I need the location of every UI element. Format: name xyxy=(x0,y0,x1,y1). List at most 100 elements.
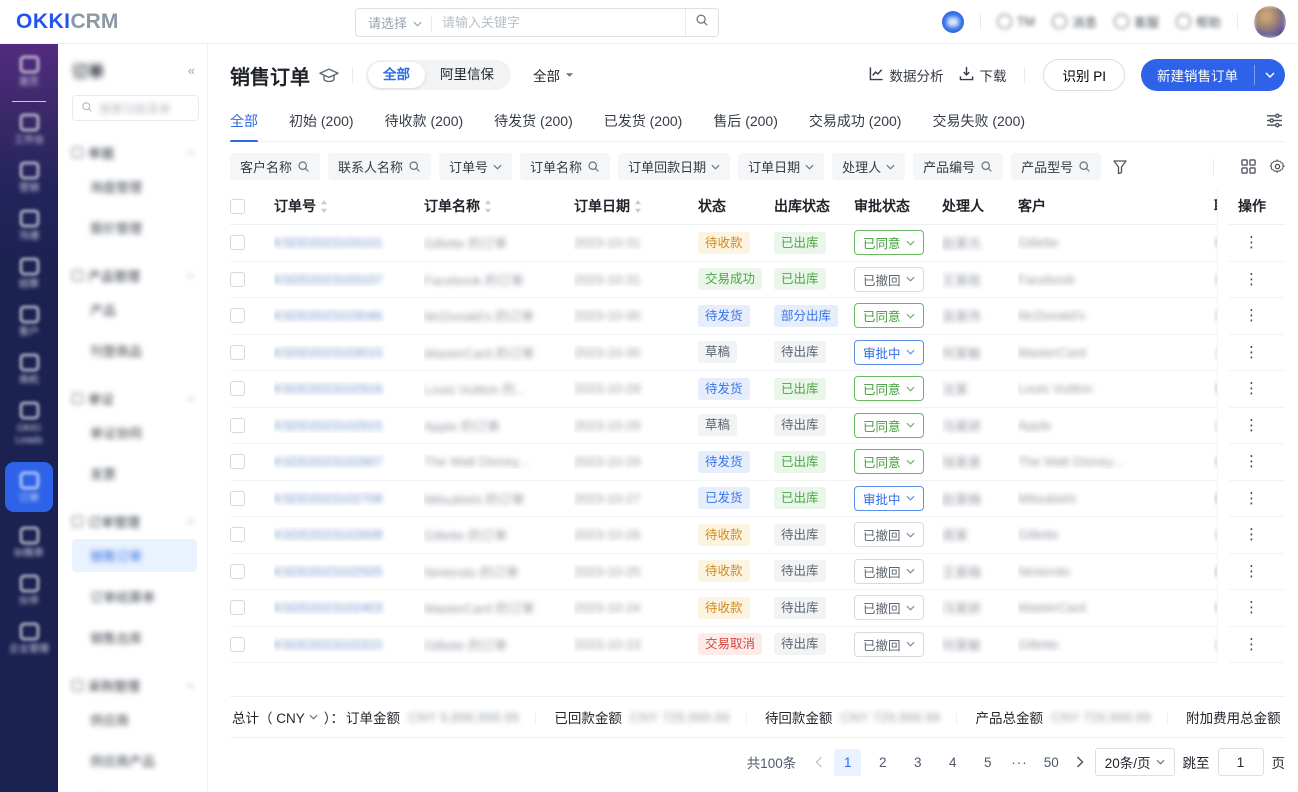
row-checkbox[interactable] xyxy=(230,600,245,615)
filter-funnel-icon[interactable] xyxy=(1113,160,1127,174)
order-number-link[interactable]: KSDD2023102915 xyxy=(274,418,382,433)
order-number-link[interactable]: KSDD2023103107 xyxy=(274,272,382,287)
tab-交易失败 (200)[interactable]: 交易失败 (200) xyxy=(932,100,1025,141)
page-number-3[interactable]: 3 xyxy=(904,749,931,776)
card-view-icon[interactable] xyxy=(1241,159,1256,174)
sidebar-item-询盘管理[interactable]: 询盘管理 xyxy=(72,170,199,203)
approval-dropdown[interactable]: 已同意 xyxy=(854,376,924,401)
search-button[interactable] xyxy=(685,9,718,36)
sidebar-item-刊登商品[interactable]: 刊登商品 xyxy=(72,334,199,367)
rail-item-9[interactable]: BI报表 xyxy=(0,527,58,560)
scope-阿里信保[interactable]: 阿里信保 xyxy=(425,62,509,88)
row-checkbox[interactable] xyxy=(230,454,245,469)
row-checkbox[interactable] xyxy=(230,308,245,323)
sidebar-item-供应商产品[interactable]: 供应商产品 xyxy=(72,744,199,777)
quick-action-clock[interactable]: TM xyxy=(997,12,1035,31)
quick-action-headset[interactable]: 客服 xyxy=(1114,12,1159,31)
approval-dropdown[interactable]: 已撤回 xyxy=(854,267,924,292)
sidebar-item-单证协同[interactable]: 单证协同 xyxy=(72,416,199,449)
sidebar-item-产品[interactable]: 产品 xyxy=(72,293,199,326)
order-number-link[interactable]: KSDD2023102907 xyxy=(274,454,382,469)
rail-item-1[interactable]: 工作台 xyxy=(0,114,58,147)
tab-交易成功 (200)[interactable]: 交易成功 (200) xyxy=(809,100,902,141)
column-header-订单名称[interactable]: 订单名称 xyxy=(424,196,574,216)
tab-全部[interactable]: 全部 xyxy=(230,100,258,141)
row-more-actions-button[interactable]: ⋮ xyxy=(1238,527,1265,542)
row-more-actions-button[interactable]: ⋮ xyxy=(1238,491,1265,506)
page-number-1[interactable]: 1 xyxy=(834,749,861,776)
row-more-actions-button[interactable]: ⋮ xyxy=(1238,600,1265,615)
order-number-link[interactable]: KSDD2023102403 xyxy=(274,600,382,615)
sidebar-item-销售出库[interactable]: 销售出库 xyxy=(72,621,199,654)
sidebar-item-报价管理[interactable]: 报价管理 xyxy=(72,211,199,244)
row-checkbox[interactable] xyxy=(230,235,245,250)
rail-item-4[interactable]: 结算 xyxy=(0,258,58,291)
filter-chip-订单号[interactable]: 订单号 xyxy=(439,153,512,180)
scope-dropdown[interactable]: 全部 xyxy=(533,65,574,85)
sort-icon[interactable] xyxy=(484,200,492,213)
tutorial-cap-icon[interactable] xyxy=(319,68,339,83)
search-category-select[interactable]: 请选择 xyxy=(356,13,431,32)
tab-已发货 (200)[interactable]: 已发货 (200) xyxy=(604,100,683,141)
select-all-checkbox[interactable] xyxy=(230,199,245,214)
approval-dropdown[interactable]: 审批中 xyxy=(854,486,924,511)
row-more-actions-button[interactable]: ⋮ xyxy=(1238,345,1265,360)
table-settings-gear-icon[interactable] xyxy=(1270,159,1285,174)
approval-dropdown[interactable]: 已撤回 xyxy=(854,595,924,620)
rail-item-7[interactable]: OKKI Leads xyxy=(0,402,58,447)
quick-action-bell[interactable]: 消息 xyxy=(1052,12,1097,31)
rail-item-8[interactable]: 订单 xyxy=(5,462,53,512)
data-analytics-button[interactable]: 数据分析 xyxy=(869,65,943,85)
row-more-actions-button[interactable]: ⋮ xyxy=(1238,235,1265,250)
sidebar-group-header[interactable]: 订单管理 xyxy=(72,512,199,531)
row-more-actions-button[interactable]: ⋮ xyxy=(1238,454,1265,469)
sidebar-item-供应商[interactable]: 供应商 xyxy=(72,703,199,736)
approval-dropdown[interactable]: 已同意 xyxy=(854,230,924,255)
approval-dropdown[interactable]: 已同意 xyxy=(854,449,924,474)
tab-待收款 (200)[interactable]: 待收款 (200) xyxy=(385,100,464,141)
caret-down-icon[interactable] xyxy=(309,714,318,720)
table-scrollbar-strip[interactable] xyxy=(1217,188,1229,663)
tab-售后 (200)[interactable]: 售后 (200) xyxy=(713,100,778,141)
download-button[interactable]: 下载 xyxy=(959,65,1006,85)
rail-item-11[interactable]: 企业管理 xyxy=(0,623,58,656)
row-checkbox[interactable] xyxy=(230,381,245,396)
row-more-actions-button[interactable]: ⋮ xyxy=(1238,564,1265,579)
sidebar-item-采购询价[interactable]: 采购询价 xyxy=(72,785,199,792)
column-header-订单日期[interactable]: 订单日期 xyxy=(574,196,698,216)
page-number-5[interactable]: 5 xyxy=(974,749,1001,776)
approval-dropdown[interactable]: 审批中 xyxy=(854,340,924,365)
filter-chip-处理人[interactable]: 处理人 xyxy=(832,153,905,180)
row-more-actions-button[interactable]: ⋮ xyxy=(1238,272,1265,287)
order-number-link[interactable]: KSDD2023102916 xyxy=(274,381,382,396)
filter-chip-订单名称[interactable]: 订单名称 xyxy=(520,153,610,180)
row-checkbox[interactable] xyxy=(230,345,245,360)
next-page-button[interactable] xyxy=(1073,756,1087,768)
row-checkbox[interactable] xyxy=(230,491,245,506)
search-input[interactable] xyxy=(432,15,685,30)
tune-icon[interactable] xyxy=(1266,113,1283,128)
sort-icon[interactable] xyxy=(634,200,642,213)
approval-dropdown[interactable]: 已同意 xyxy=(854,413,924,438)
row-checkbox[interactable] xyxy=(230,637,245,652)
approval-dropdown[interactable]: 已撤回 xyxy=(854,522,924,547)
row-more-actions-button[interactable]: ⋮ xyxy=(1238,381,1265,396)
sidebar-search-input[interactable]: 搜索功能菜单 xyxy=(72,95,199,121)
quick-action-help[interactable]: 帮助 xyxy=(1176,12,1221,31)
sidebar-item-订单结算单[interactable]: 订单结算单 xyxy=(72,580,199,613)
order-number-link[interactable]: KSDD2023102608 xyxy=(274,527,382,542)
create-order-caret-button[interactable] xyxy=(1255,59,1285,91)
column-header-订单号[interactable]: 订单号 xyxy=(274,196,424,216)
rail-item-5[interactable]: 客户 xyxy=(0,306,58,339)
row-checkbox[interactable] xyxy=(230,272,245,287)
scope-全部[interactable]: 全部 xyxy=(368,62,425,88)
sidebar-group-header[interactable]: 单据 xyxy=(72,143,199,162)
approval-dropdown[interactable]: 已撤回 xyxy=(854,559,924,584)
sort-icon[interactable] xyxy=(320,200,328,213)
jump-page-input[interactable] xyxy=(1218,748,1264,776)
sidebar-group-header[interactable]: 单证 xyxy=(72,389,199,408)
filter-chip-产品型号[interactable]: 产品型号 xyxy=(1011,153,1101,180)
filter-chip-联系人名称[interactable]: 联系人名称 xyxy=(328,153,431,180)
sidebar-item-销售订单[interactable]: 销售订单 xyxy=(72,539,197,572)
rail-item-3[interactable]: 沟通 xyxy=(0,210,58,243)
